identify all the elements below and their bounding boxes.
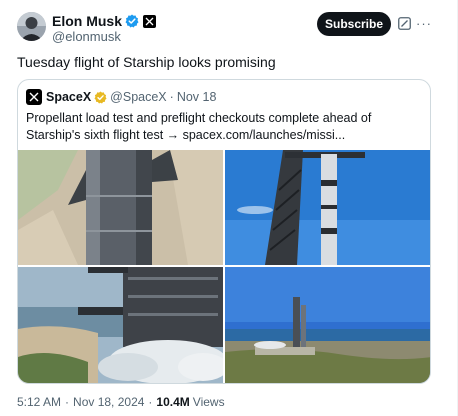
quoted-tweet-text: Propellant load test and preflight check…	[26, 111, 372, 142]
tweet-date[interactable]: Nov 18, 2024	[73, 395, 144, 409]
author-handle[interactable]: @elonmusk	[52, 29, 121, 44]
media-grid	[18, 150, 430, 383]
media-tile-4[interactable]	[225, 267, 430, 383]
tweet-footer: 5:12 AM · Nov 18, 2024 · 10.4M Views	[17, 395, 225, 409]
media-tile-1[interactable]	[18, 150, 223, 265]
verified-badge-icon	[125, 14, 139, 28]
author-avatar[interactable]	[17, 12, 46, 41]
author-name[interactable]: Elon Musk	[52, 13, 122, 29]
grok-icon[interactable]	[398, 17, 411, 30]
quoted-date[interactable]: Nov 18	[177, 90, 217, 104]
quoted-tweet-header: SpaceX @SpaceX · Nov 18	[26, 89, 216, 105]
more-icon[interactable]: ···	[416, 16, 431, 31]
author-name-row: Elon Musk	[52, 12, 157, 30]
quoted-separator: ·	[169, 90, 174, 104]
views-label: Views	[192, 395, 225, 409]
quoted-author-name[interactable]: SpaceX	[46, 90, 91, 104]
tweet-time[interactable]: 5:12 AM	[17, 395, 61, 409]
x-logo-icon	[143, 14, 157, 28]
spacex-avatar[interactable]	[26, 89, 42, 105]
quoted-tweet[interactable]: SpaceX @SpaceX · Nov 18 Propellant load …	[17, 79, 431, 384]
subscribe-button[interactable]: Subscribe	[317, 12, 391, 36]
tweet-card: Elon Musk @elonmusk Subscribe ··· Tuesda…	[0, 0, 458, 416]
views-count[interactable]: 10.4M	[156, 395, 189, 409]
media-tile-3[interactable]	[18, 267, 223, 383]
gold-verified-badge-icon	[94, 90, 107, 104]
footer-separator: ·	[65, 395, 70, 409]
quoted-author-handle[interactable]: @SpaceX	[110, 90, 166, 104]
media-tile-2[interactable]	[225, 150, 430, 265]
tweet-text: Tuesday flight of Starship looks promisi…	[17, 54, 276, 70]
footer-separator-2: ·	[148, 395, 153, 409]
